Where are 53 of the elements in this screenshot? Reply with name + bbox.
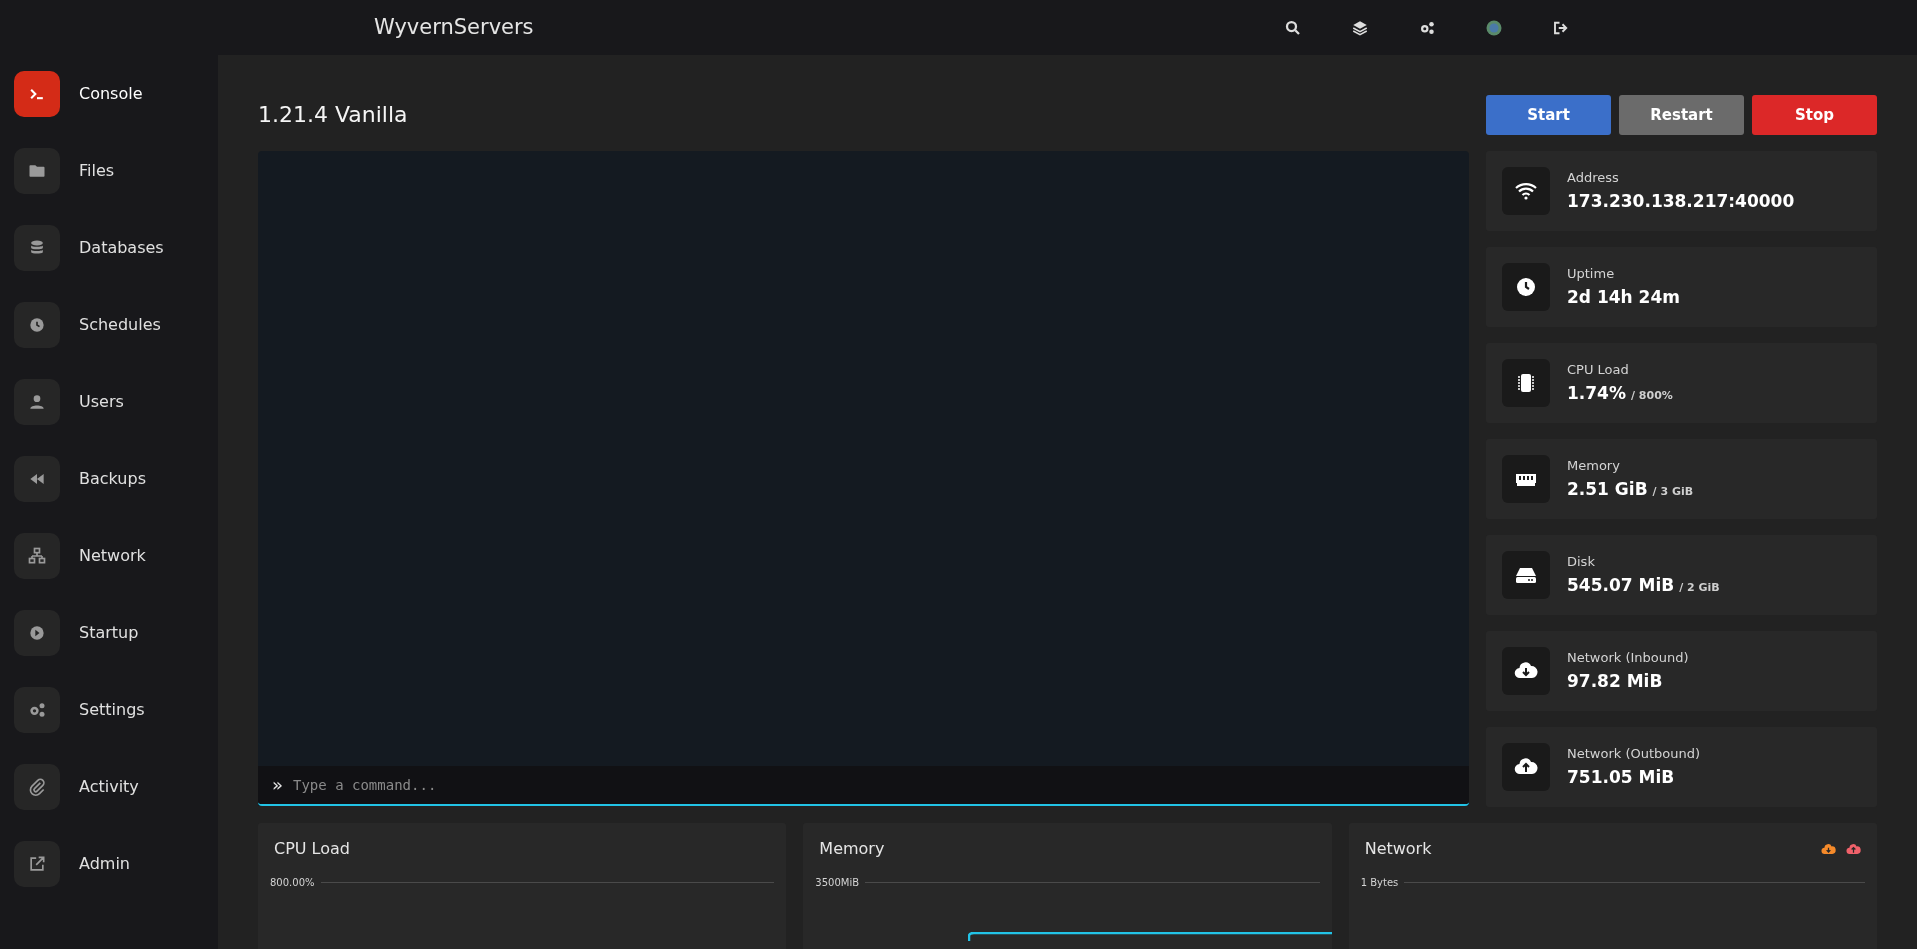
stat-label: Uptime (1567, 264, 1616, 283)
command-input[interactable]: Type a command... (293, 774, 1469, 796)
server-title: 1.21.4 Vanilla (258, 101, 408, 129)
chart-title: Network (1364, 838, 1432, 860)
sidebar-item[interactable]: Console (14, 71, 218, 117)
stat-limit: / 800% (1631, 388, 1673, 404)
command-field[interactable]: » Type a command... (258, 766, 1469, 806)
chart-title: CPU Load (274, 838, 350, 860)
sidebar-item[interactable]: Users (14, 379, 218, 425)
stat-limit: / 2 GiB (1679, 580, 1720, 596)
stat-label: Address (1567, 168, 1620, 187)
search-icon[interactable] (1283, 18, 1302, 37)
axis-tick-label: 1 Bytes (1360, 876, 1399, 890)
stat-value: 173.230.138.217:40000 (1567, 190, 1795, 213)
sidebar-item[interactable]: Schedules (14, 302, 218, 348)
cloud-upload-icon[interactable] (1846, 841, 1861, 857)
stat-label: Network (Outbound) (1567, 744, 1701, 763)
sidebar-item[interactable]: Files (14, 148, 218, 194)
power-button[interactable]: Stop (1752, 95, 1877, 135)
sidebar-item[interactable]: Databases (14, 225, 218, 271)
power-button[interactable]: Restart (1619, 95, 1744, 135)
stat-value: 2d 14h 24m (1567, 286, 1680, 309)
chart-title: Memory (819, 838, 885, 860)
brand-name[interactable]: WyvernServers (374, 11, 1259, 44)
stat-label: Disk (1567, 552, 1596, 571)
external-link-icon (27, 854, 47, 874)
stat-label: CPU Load (1567, 360, 1630, 379)
stat-value: 1.74% (1567, 382, 1626, 405)
play-icon (27, 623, 47, 643)
stat-value: 545.07 MiB (1567, 574, 1675, 597)
stat-value: 2.51 GiB (1567, 478, 1648, 501)
sidebar-item[interactable]: Network (14, 533, 218, 579)
sidebar-item[interactable]: Backups (14, 456, 218, 502)
stat-value: 97.82 MiB (1567, 670, 1663, 693)
axis-tick-label: 3500MiB (815, 876, 860, 890)
stat-label: Memory (1567, 456, 1621, 475)
sidebar-item[interactable]: Admin (14, 841, 218, 887)
clock-icon (1514, 275, 1538, 299)
prompt-symbol: » (272, 776, 283, 794)
avatar-icon[interactable] (1484, 18, 1503, 37)
sidebar-item[interactable]: Activity (14, 764, 218, 810)
stat-value: 751.05 MiB (1567, 766, 1675, 789)
sidebar-item[interactable]: Settings (14, 687, 218, 733)
stat-limit: / 3 GiB (1652, 484, 1694, 500)
power-button[interactable]: Start (1486, 95, 1611, 135)
axis-tick-label: 800.00% (270, 876, 315, 890)
clock-icon (27, 315, 47, 335)
user-icon (27, 392, 47, 412)
sidebar-item[interactable]: Startup (14, 610, 218, 656)
paperclip-icon (27, 777, 47, 797)
network-icon (27, 546, 47, 566)
stat-label: Network (Inbound) (1567, 648, 1689, 667)
cloud-download-icon[interactable] (1821, 841, 1836, 857)
